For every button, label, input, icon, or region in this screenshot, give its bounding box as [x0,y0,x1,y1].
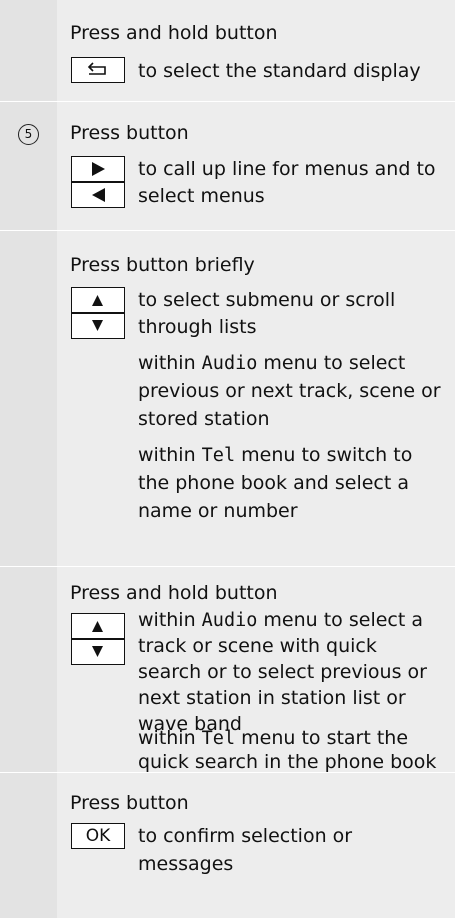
audio-description-line: within Audio menu to select a [138,609,423,631]
down-button-key [71,313,125,339]
audio-description-line: stored station [138,408,270,430]
key-description-line: messages [138,853,234,875]
audio-description-line: next station in station list or [138,687,406,709]
tel-description-line: within Tel menu to start the [138,727,409,749]
ok-key-label: OK [85,826,111,846]
left-button-key [71,182,125,208]
audio-description-line: track or scene with quick [138,635,377,657]
key-description-line: to call up line for menus and to [138,158,436,180]
audio-description-line: previous or next track, scene or [138,380,441,402]
key-description-line: to confirm selection or [138,825,353,847]
ok-button-key: OK [71,823,125,849]
row-menu-select: 5 Press button to call up line for menus… [0,101,455,231]
key-description-line: through lists [138,316,257,338]
tel-description-line: name or number [138,500,298,522]
down-button-key [71,639,125,665]
menu-name-tel: Tel [201,728,236,749]
row-confirm-block: Press button OK to confirm selection or … [0,772,455,918]
instruction-text: Press and hold button [70,582,278,604]
right-button-key [71,156,125,182]
key-description-line: select menus [138,185,265,207]
up-arrow-icon [92,621,103,632]
row-press-hold: Press and hold button within Audio menu … [0,566,455,773]
number-column [0,567,57,773]
number-column [0,102,57,231]
up-button-key [71,287,125,313]
up-arrow-icon [92,295,103,306]
menu-name-audio: Audio [201,610,258,631]
number-column [0,0,57,101]
back-arrow-icon [87,62,106,75]
up-button-key [71,613,125,639]
left-arrow-icon [92,188,105,202]
number-column [0,231,57,567]
instruction-text: Press button briefly [70,254,255,276]
menu-name-audio: Audio [201,353,258,374]
back-button-key [71,57,125,83]
audio-description-line: within Audio menu to select [138,352,406,374]
tel-description-line: within Tel menu to switch to [138,444,413,466]
row-standard-display: Press and hold button to select the stan… [0,0,455,101]
number-column [0,773,57,918]
key-description: to select the standard display [138,60,421,82]
menu-name-tel: Tel [201,445,236,466]
down-arrow-icon [92,646,103,657]
tel-description-line: the phone book and select a [138,472,409,494]
callout-number: 5 [18,124,39,145]
audio-description-line: search or to select previous or [138,661,427,683]
instruction-text: Press button [70,792,189,814]
instruction-text: Press button [70,122,189,144]
row-briefly: Press button briefly to select submenu o… [0,230,455,567]
right-arrow-icon [92,162,105,176]
instruction-text: Press and hold button [70,22,278,44]
down-arrow-icon [92,320,103,331]
key-description-line: to select submenu or scroll [138,289,396,311]
